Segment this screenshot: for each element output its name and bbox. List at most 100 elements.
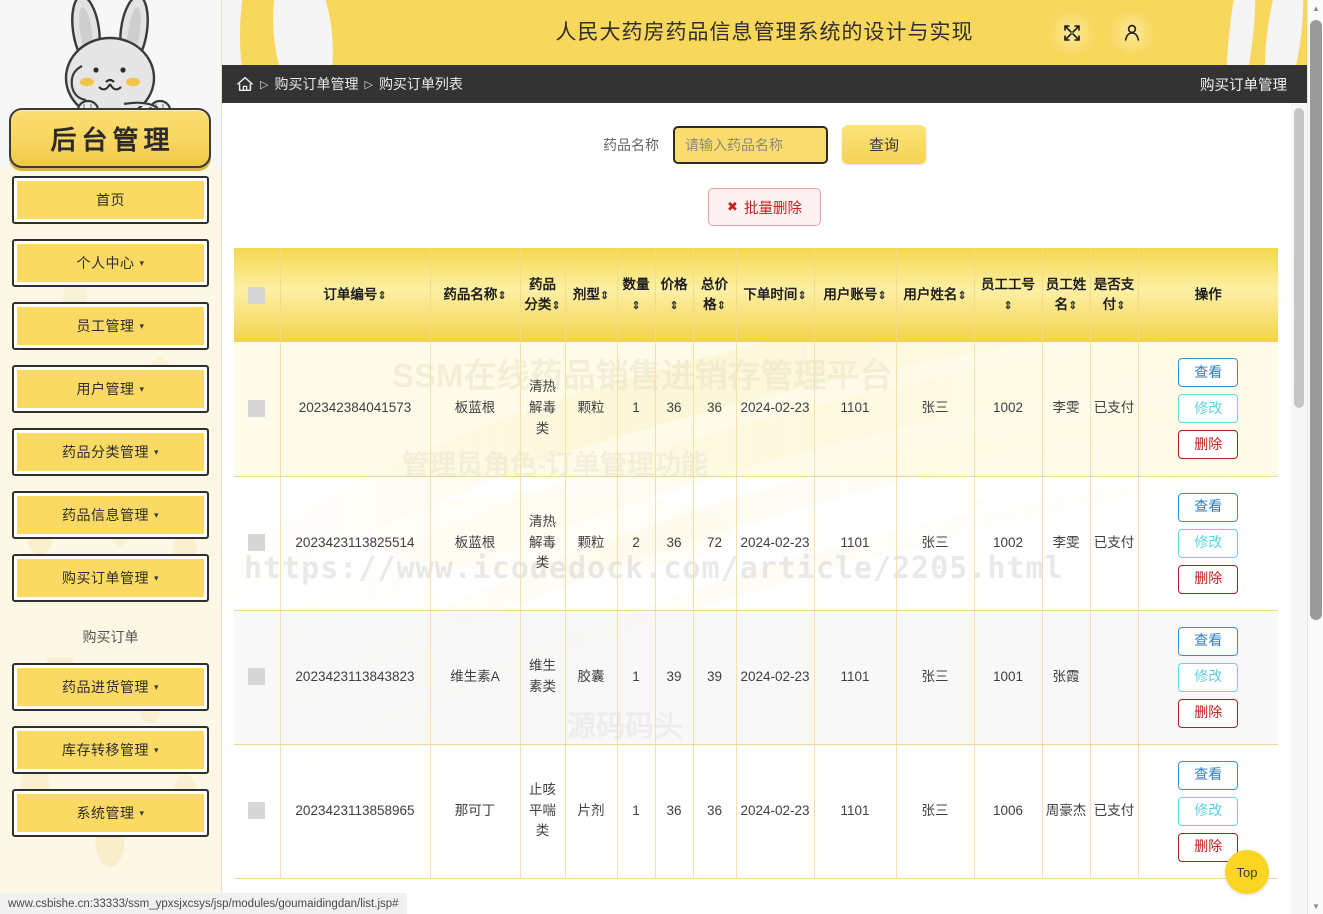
sidebar-item-label: 购买订单管理 — [61, 570, 149, 586]
sidebar-item-purchase-order-management[interactable]: 购买订单管理 ▾ — [12, 554, 209, 602]
sidebar-item-home[interactable]: 首页 — [12, 176, 209, 224]
sidebar-brand-plate: 后台管理 — [9, 108, 211, 168]
sidebar-item-drug-purchase-management[interactable]: 药品进货管理 ▾ — [12, 663, 209, 711]
row-select-cell[interactable] — [234, 744, 281, 879]
edit-button[interactable]: 修改 — [1178, 528, 1239, 558]
fullscreen-icon[interactable] — [1049, 10, 1095, 56]
sidebar-item-label: 药品进货管理 — [61, 679, 149, 695]
edit-button[interactable]: 修改 — [1178, 394, 1239, 424]
select-all-header[interactable] — [234, 248, 281, 342]
home-icon[interactable] — [236, 75, 254, 93]
row-checkbox[interactable] — [248, 802, 266, 820]
column-header-total[interactable]: 总价格⇕ — [693, 248, 737, 342]
sidebar-item-system-management[interactable]: 系统管理 ▾ — [12, 789, 209, 837]
scroll-up-arrow-icon[interactable]: ▲ — [1308, 0, 1323, 16]
table-row: 202342384041573 板蓝根 清热解毒类 颗粒 1 36 36 202… — [234, 342, 1278, 477]
scroll-down-arrow-icon[interactable]: ▼ — [1308, 898, 1323, 914]
cell-form: 颗粒 — [565, 476, 618, 611]
column-header-category[interactable]: 药品分类⇕ — [520, 248, 566, 342]
column-header-user-name[interactable]: 用户姓名⇕ — [896, 248, 975, 342]
table-body: 202342384041573 板蓝根 清热解毒类 颗粒 1 36 36 202… — [234, 342, 1278, 879]
delete-button[interactable]: 删除 — [1178, 564, 1239, 594]
view-button[interactable]: 查看 — [1178, 626, 1239, 656]
edit-button[interactable]: 修改 — [1178, 796, 1239, 826]
column-label: 数量 — [622, 277, 650, 293]
bulk-delete-button[interactable]: ✖ 批量删除 — [708, 188, 821, 226]
delete-button[interactable]: 删除 — [1178, 698, 1239, 728]
row-checkbox[interactable] — [248, 534, 266, 552]
browser-scrollbar[interactable]: ▲ ▼ — [1307, 0, 1323, 914]
column-label: 用户账号 — [823, 287, 878, 303]
cell-operations: 查看 修改 删除 — [1138, 476, 1278, 611]
cell-total: 36 — [693, 342, 737, 477]
orders-table: 订单编号⇕ 药品名称⇕ 药品分类⇕ 剂型⇕ 数量⇕ 价格⇕ 总价格⇕ 下单时间⇕… — [234, 248, 1278, 879]
delete-button[interactable]: 删除 — [1178, 430, 1239, 460]
sidebar-subitem-purchase-order[interactable]: 购买订单 — [12, 617, 209, 657]
sidebar-item-employee-management[interactable]: 员工管理 ▾ — [12, 302, 209, 350]
edit-button[interactable]: 修改 — [1178, 662, 1239, 692]
column-header-qty[interactable]: 数量 ⇕ — [617, 248, 656, 342]
column-label: 剂型 — [572, 287, 600, 303]
column-label: 下单时间 — [743, 287, 798, 303]
column-label: 操作 — [1194, 287, 1222, 303]
row-select-cell[interactable] — [234, 610, 281, 745]
sidebar-item-user-management[interactable]: 用户管理 ▾ — [12, 365, 209, 413]
column-header-drug-name[interactable]: 药品名称⇕ — [430, 248, 521, 342]
sort-icon: ⇕ — [631, 299, 641, 312]
cell-drug-name: 板蓝根 — [430, 476, 521, 611]
sidebar-item-drug-category-management[interactable]: 药品分类管理 ▾ — [12, 428, 209, 476]
sidebar-item-drug-info-management[interactable]: 药品信息管理 ▾ — [12, 491, 209, 539]
column-label: 员工姓名 — [1045, 277, 1087, 312]
breadcrumb-item-purchase-order-management[interactable]: 购买订单管理 — [274, 74, 358, 94]
sidebar-item-label: 用户管理 — [76, 381, 135, 397]
sidebar-subitem-label: 购买订单 — [82, 629, 139, 645]
row-select-cell[interactable] — [234, 476, 281, 611]
sidebar-brand-text: 后台管理 — [50, 125, 175, 156]
column-header-paid[interactable]: 是否支付⇕ — [1090, 248, 1139, 342]
cell-employee-no: 1002 — [974, 342, 1043, 477]
select-all-checkbox[interactable] — [248, 287, 266, 305]
view-button[interactable]: 查看 — [1178, 358, 1239, 388]
column-header-employee-no[interactable]: 员工工号 ⇕ — [974, 248, 1043, 342]
row-select-cell[interactable] — [234, 342, 281, 477]
sort-icon: ⇕ — [669, 299, 679, 312]
table-row: 2023423113843823 维生素A 维生素类 胶囊 1 39 39 20… — [234, 610, 1278, 745]
row-checkbox[interactable] — [248, 668, 266, 686]
cell-employee-no: 1001 — [974, 610, 1043, 745]
column-header-price[interactable]: 价格 ⇕ — [655, 248, 694, 342]
cell-user-name: 张三 — [896, 610, 975, 745]
search-input[interactable] — [673, 125, 828, 164]
content-scrollbar[interactable] — [1291, 103, 1307, 914]
column-header-user-account[interactable]: 用户账号⇕ — [814, 248, 897, 342]
cell-employee-name: 李雯 — [1042, 342, 1091, 477]
sort-icon: ⇕ — [716, 299, 726, 312]
content-scrollbar-thumb[interactable] — [1294, 108, 1304, 408]
user-account-icon[interactable] — [1109, 10, 1155, 56]
browser-scrollbar-thumb[interactable] — [1310, 20, 1322, 620]
cell-price: 36 — [655, 342, 694, 477]
column-header-form[interactable]: 剂型⇕ — [565, 248, 618, 342]
breadcrumb-item-purchase-order-list[interactable]: 购买订单列表 — [379, 74, 463, 94]
sidebar-item-stock-transfer-management[interactable]: 库存转移管理 ▾ — [12, 726, 209, 774]
column-header-order-time[interactable]: 下单时间⇕ — [736, 248, 815, 342]
main-panel: 人民大药房药品信息管理系统的设计与实现 ▷ 购买订单管理 ▷ 购买订单列表 购买… — [222, 0, 1307, 914]
scroll-to-top-button[interactable]: Top — [1225, 850, 1269, 894]
column-header-employee-name[interactable]: 员工姓名⇕ — [1042, 248, 1091, 342]
row-checkbox[interactable] — [248, 400, 266, 418]
view-button[interactable]: 查看 — [1178, 492, 1239, 522]
bulk-delete-label: 批量删除 — [743, 200, 802, 217]
cell-order-no: 2023423113843823 — [280, 610, 431, 745]
sidebar-item-label: 药品分类管理 — [61, 444, 149, 460]
sort-icon: ⇕ — [551, 299, 561, 312]
cell-total: 39 — [693, 610, 737, 745]
column-header-order-no[interactable]: 订单编号⇕ — [280, 248, 431, 342]
cell-form: 胶囊 — [565, 610, 618, 745]
sidebar-item-label: 系统管理 — [76, 805, 135, 821]
query-button[interactable]: 查询 — [842, 125, 926, 164]
fullscreen-glyph — [1064, 25, 1080, 41]
sidebar-item-personal-center[interactable]: 个人中心 ▾ — [12, 239, 209, 287]
column-label: 员工工号 — [981, 277, 1035, 293]
column-label: 用户姓名 — [903, 287, 958, 303]
view-button[interactable]: 查看 — [1178, 760, 1239, 790]
cell-qty: 2 — [617, 476, 656, 611]
